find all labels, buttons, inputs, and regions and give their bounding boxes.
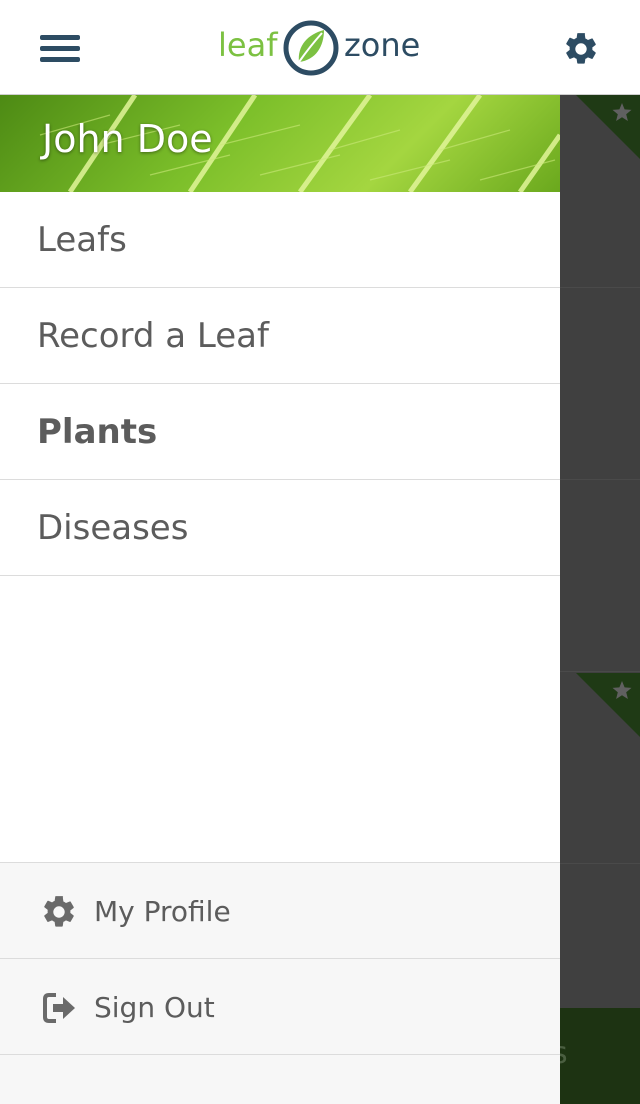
logo-leaf-icon (283, 20, 339, 76)
my-profile-label: My Profile (94, 895, 231, 928)
menu-item-diseases[interactable]: Diseases (0, 480, 560, 576)
menu-item-label: Plants (37, 412, 158, 452)
logo-text-leaf: leaf (218, 26, 278, 64)
menu-item-label: Diseases (37, 508, 189, 548)
navigation-drawer: John Doe Leafs Record a Leaf Plants Dise… (0, 95, 560, 1104)
menu-item-leafs[interactable]: Leafs (0, 192, 560, 288)
divider (560, 479, 640, 480)
sign-out-icon (43, 993, 75, 1023)
drawer-header: John Doe (0, 95, 560, 192)
menu-item-record-a-leaf[interactable]: Record a Leaf (0, 288, 560, 384)
my-profile-button[interactable]: My Profile (0, 863, 560, 959)
hamburger-icon[interactable] (40, 33, 82, 63)
favorite-star-icon[interactable] (576, 673, 640, 737)
divider (560, 671, 640, 672)
bottom-bar: s (552, 1008, 640, 1104)
drawer-footer: My Profile Sign Out (0, 862, 560, 1104)
app-logo: leaf zone (218, 18, 428, 78)
app-bar: leaf zone (0, 0, 640, 95)
menu-item-label: Record a Leaf (37, 316, 269, 356)
logo-text-zone: zone (344, 26, 421, 64)
favorite-star-icon[interactable] (576, 95, 640, 159)
background-content: s (552, 95, 640, 1104)
gear-icon (44, 896, 74, 927)
sign-out-label: Sign Out (94, 991, 215, 1024)
sign-out-button[interactable]: Sign Out (0, 959, 560, 1055)
menu-item-plants[interactable]: Plants (0, 384, 560, 480)
menu-item-label: Leafs (37, 220, 127, 260)
divider (560, 287, 640, 288)
divider (560, 863, 640, 864)
user-name: John Doe (42, 117, 213, 161)
settings-gear-icon[interactable] (562, 30, 600, 68)
